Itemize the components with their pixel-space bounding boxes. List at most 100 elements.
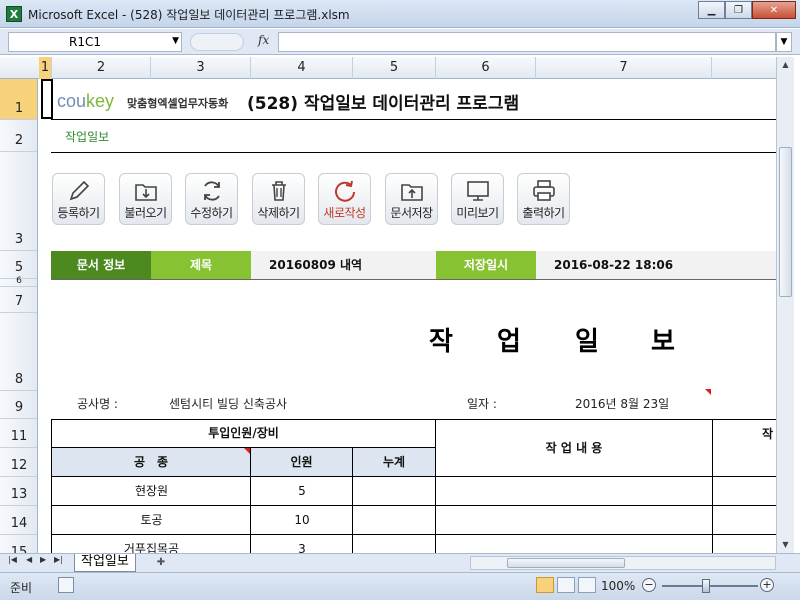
insert-function-button[interactable]: fx <box>258 33 269 47</box>
normal-view-button[interactable] <box>536 577 554 593</box>
zoom-out-button[interactable]: − <box>642 578 656 592</box>
row-header[interactable]: 6 <box>0 276 37 287</box>
row-header[interactable]: 14 <box>0 506 37 535</box>
row-header[interactable]: 13 <box>0 477 37 506</box>
row-header[interactable]: 12 <box>0 448 37 477</box>
sheet-tab-active[interactable]: 작업일보 <box>74 554 136 572</box>
formula-cancel-button[interactable] <box>190 33 244 51</box>
next-sheet-button[interactable]: ▶ <box>40 555 46 564</box>
total-cell[interactable] <box>352 506 436 535</box>
row-header[interactable]: 11 <box>0 419 37 448</box>
document-info-bar: 문서 정보 제목 20160809 내역 저장일시 2016-08-22 18:… <box>51 251 776 279</box>
save-document-button[interactable]: 문서저장 <box>385 173 438 225</box>
work-cell[interactable] <box>435 535 713 553</box>
project-value[interactable]: 센텀시티 빌딩 신축공사 <box>169 395 287 412</box>
name-box-value: R1C1 <box>69 35 101 49</box>
horizontal-scroll-thumb[interactable] <box>507 558 625 568</box>
scroll-up-button[interactable]: ▲ <box>777 57 794 73</box>
total-cell[interactable] <box>352 535 436 553</box>
minus-icon: − <box>644 578 654 591</box>
minimize-button[interactable]: ▁ <box>698 1 725 19</box>
worksheet[interactable]: coukey 맞춤형엑셀업무자동화 (528) 작업일보 데이터관리 프로그램 … <box>39 79 776 553</box>
next-sheet-icon: ▶ <box>40 555 47 564</box>
comment-indicator[interactable] <box>705 389 711 395</box>
column-header[interactable]: 2 <box>52 57 151 79</box>
edit-button[interactable]: 수정하기 <box>185 173 238 225</box>
column-header[interactable]: 1 <box>39 57 52 79</box>
row-header[interactable]: 1 <box>0 79 37 120</box>
monitor-icon <box>466 181 489 201</box>
load-button[interactable]: 불러오기 <box>119 173 172 225</box>
column-header[interactable]: 3 <box>151 57 251 79</box>
people-cell[interactable]: 3 <box>250 535 353 553</box>
page-break-view-button[interactable] <box>578 577 596 593</box>
column-header[interactable]: 6 <box>436 57 536 79</box>
prev-sheet-icon: ◀ <box>26 555 33 564</box>
zoom-slider[interactable] <box>662 579 758 593</box>
right-cell[interactable] <box>712 535 776 553</box>
download-folder-icon <box>134 184 157 201</box>
row-header[interactable]: 3 <box>0 152 37 251</box>
column-header[interactable]: 7 <box>536 57 712 79</box>
scroll-down-button[interactable]: ▼ <box>777 537 794 553</box>
delete-button-label: 삭제하기 <box>257 206 300 220</box>
zoom-slider-knob[interactable] <box>702 579 710 593</box>
column-header[interactable]: 5 <box>353 57 436 79</box>
zoom-level[interactable]: 100% <box>601 579 635 593</box>
active-cell[interactable] <box>41 79 53 119</box>
excel-app-icon[interactable]: X <box>6 6 22 22</box>
formula-input[interactable] <box>278 32 776 52</box>
first-sheet-icon: |◀ <box>8 555 17 564</box>
register-button[interactable]: 등록하기 <box>52 173 105 225</box>
people-cell[interactable]: 10 <box>250 506 353 535</box>
saved-value[interactable]: 2016-08-22 18:06 <box>554 251 754 279</box>
close-button[interactable]: ✕ <box>752 1 796 19</box>
date-value[interactable]: 2016년 8월 23일 <box>575 395 669 412</box>
horizontal-scrollbar[interactable] <box>470 556 776 570</box>
comment-indicator[interactable] <box>244 448 250 454</box>
vertical-scrollbar[interactable]: ▲ ▼ <box>776 57 794 553</box>
vertical-scroll-thumb[interactable] <box>779 147 792 297</box>
page-layout-view-button[interactable] <box>557 577 575 593</box>
row-header[interactable]: 9 <box>0 391 37 419</box>
delete-button[interactable]: 삭제하기 <box>252 173 305 225</box>
work-cell[interactable] <box>435 506 713 535</box>
people-header: 인원 <box>250 447 353 477</box>
date-label: 일자 : <box>467 397 497 411</box>
chevron-down-icon[interactable]: ▼ <box>172 36 179 46</box>
new-document-button[interactable]: 새로작성 <box>318 173 371 225</box>
trade-cell[interactable]: 현장원 <box>51 477 251 506</box>
row-header[interactable]: 7 <box>0 287 37 313</box>
doc-title-char: 일 <box>575 327 599 357</box>
zoom-in-button[interactable]: + <box>760 578 774 592</box>
formula-expand-button[interactable]: ▼ <box>776 32 792 52</box>
trade-cell[interactable]: 토공 <box>51 506 251 535</box>
trade-cell[interactable]: 거푸집목공 <box>51 535 251 553</box>
last-sheet-button[interactable]: ▶| <box>54 555 63 564</box>
title-value[interactable]: 20160809 내역 <box>269 251 429 279</box>
work-cell[interactable] <box>435 477 713 506</box>
insert-sheet-button[interactable]: ✚ <box>154 556 168 570</box>
title-label: 제목 <box>151 251 251 279</box>
prev-sheet-button[interactable]: ◀ <box>26 555 32 564</box>
column-header[interactable] <box>712 57 778 79</box>
first-sheet-button[interactable]: |◀ <box>8 555 17 564</box>
right-cell[interactable] <box>712 506 776 535</box>
name-box[interactable]: R1C1 ▼ <box>8 32 182 52</box>
total-cell[interactable] <box>352 477 436 506</box>
row-header[interactable]: 8 <box>0 313 37 391</box>
row-header[interactable]: 15 <box>0 535 37 553</box>
saved-label: 저장일시 <box>436 251 536 279</box>
row-header[interactable]: 2 <box>0 120 37 152</box>
column-header[interactable]: 4 <box>251 57 353 79</box>
column-headers: 1 2 3 4 5 6 7 <box>0 57 778 79</box>
row-header[interactable]: 5 <box>0 251 37 279</box>
print-button[interactable]: 출력하기 <box>517 173 570 225</box>
restore-button[interactable]: ❐ <box>725 1 752 19</box>
macro-record-icon[interactable] <box>58 577 74 593</box>
people-cell[interactable]: 5 <box>250 477 353 506</box>
preview-button-label: 미리보기 <box>456 206 499 220</box>
right-cell[interactable] <box>712 477 776 506</box>
row-headers: 1 2 3 5 6 7 8 9 11 12 13 14 15 <box>0 79 38 553</box>
preview-button[interactable]: 미리보기 <box>451 173 504 225</box>
